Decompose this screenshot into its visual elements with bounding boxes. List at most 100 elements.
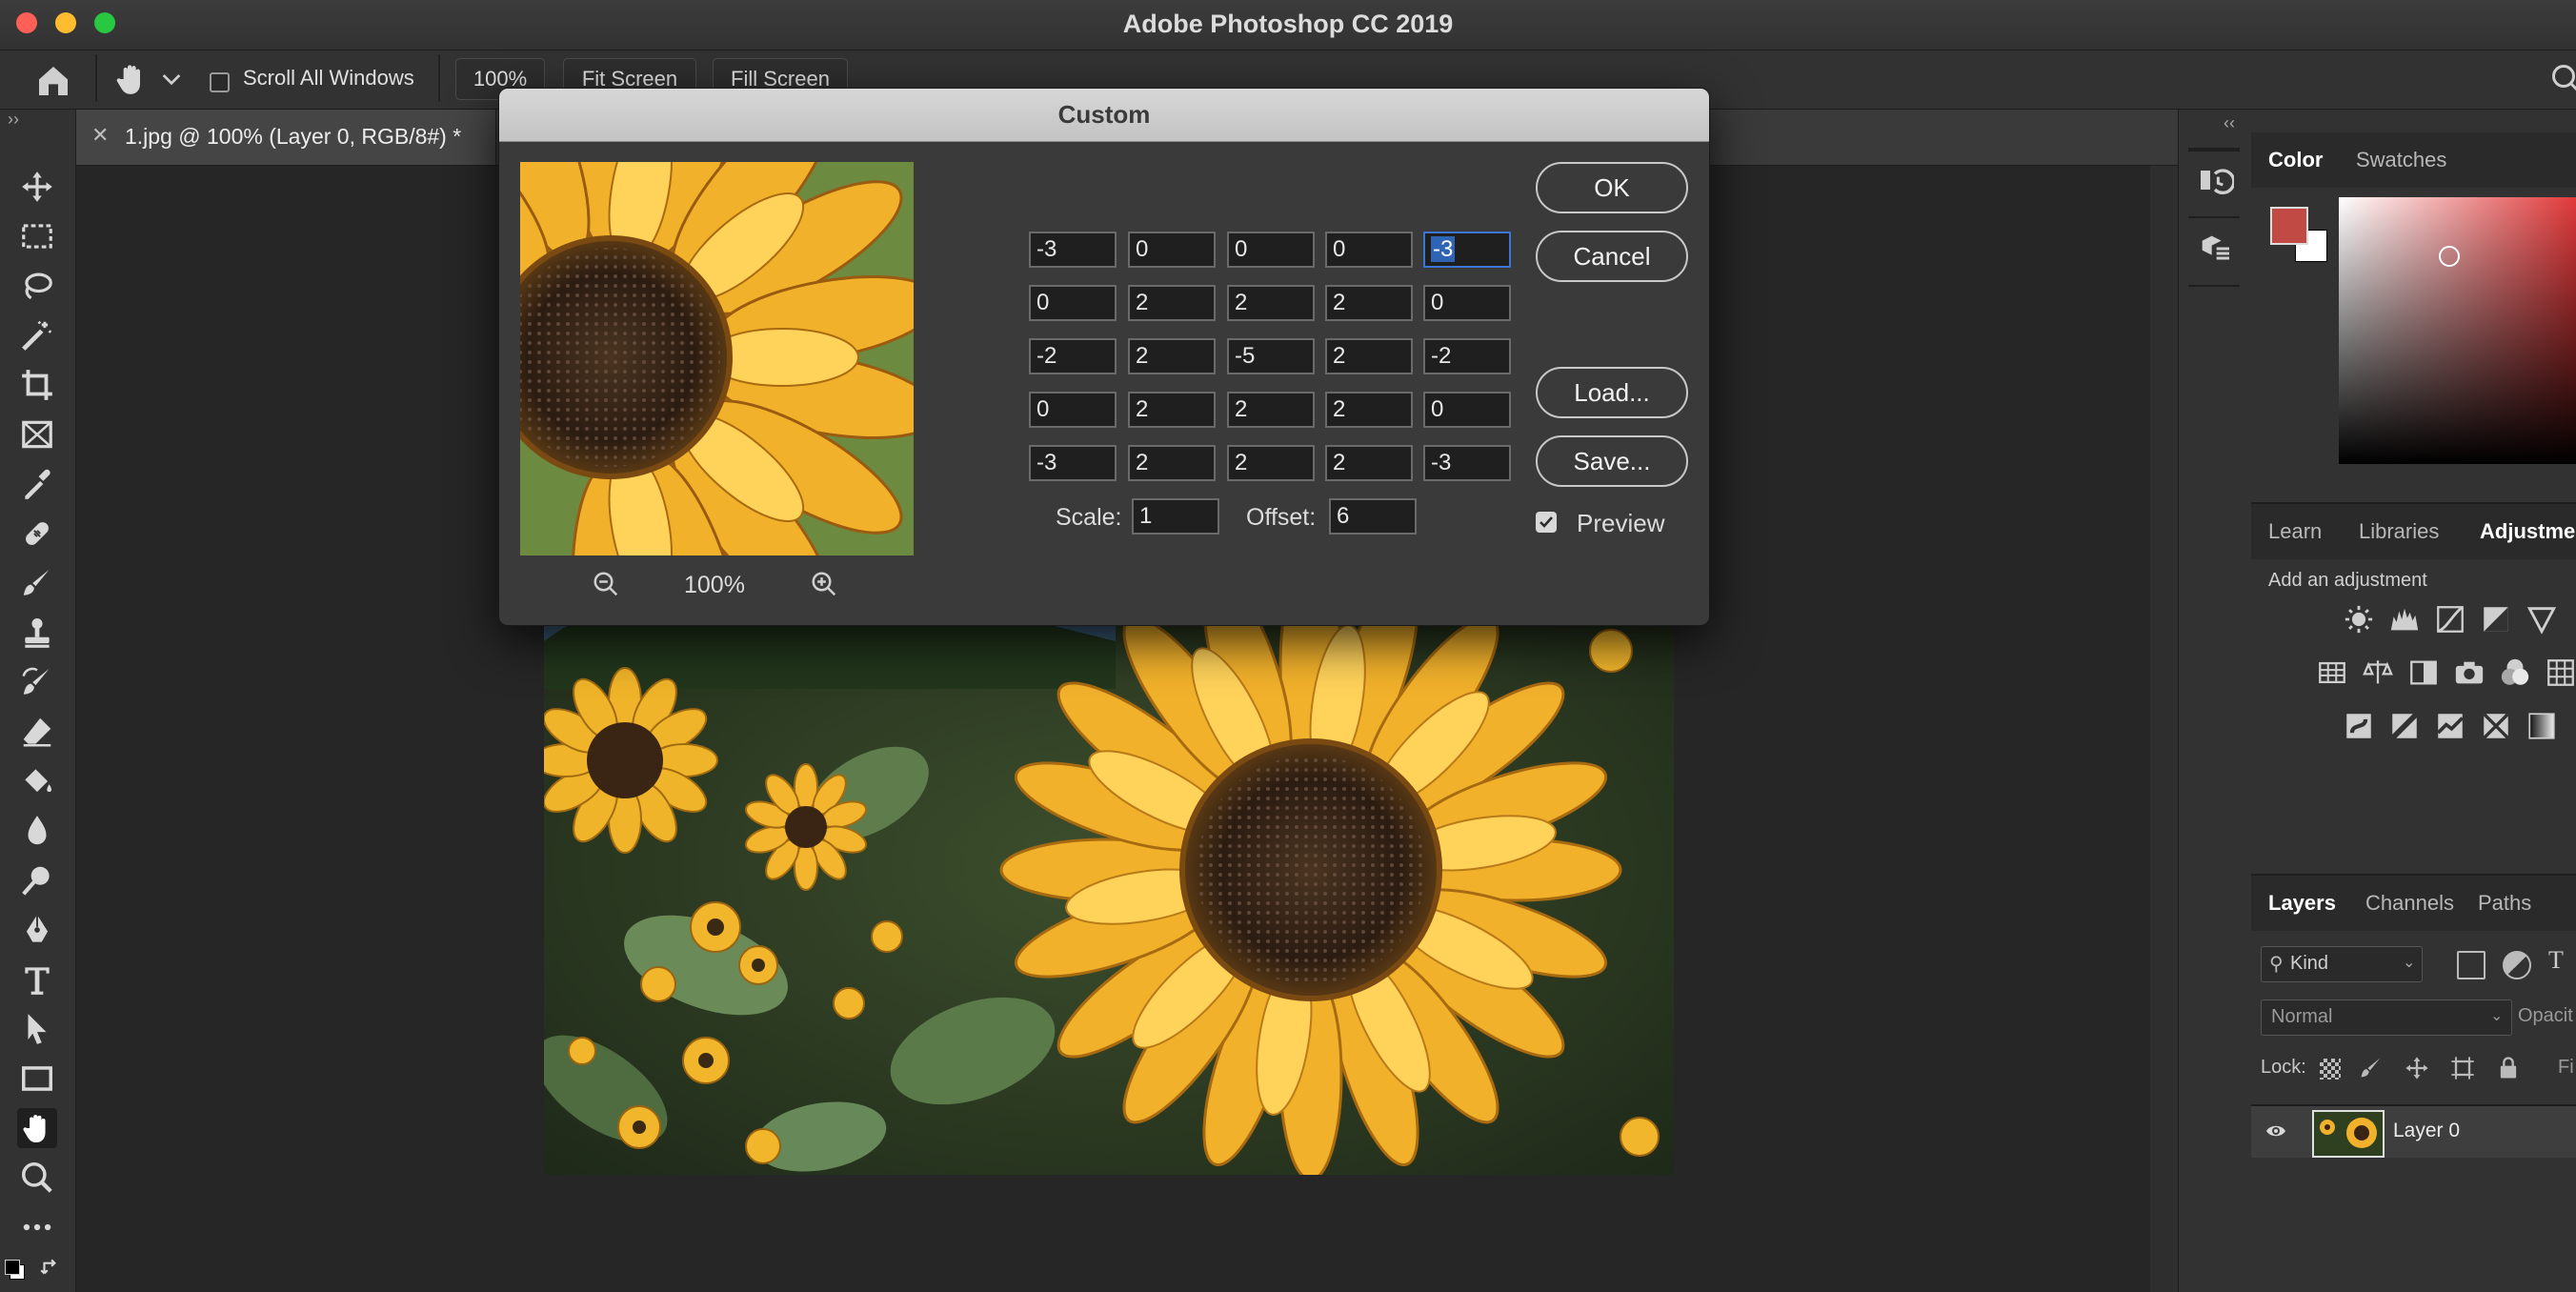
matrix-cell[interactable]: -3 <box>1029 445 1117 481</box>
vibrance-icon[interactable] <box>2526 603 2558 636</box>
lock-position-icon[interactable] <box>2404 1055 2430 1081</box>
color-lookup-icon[interactable] <box>2545 656 2576 689</box>
hand-tool-icon[interactable] <box>17 1108 57 1148</box>
document-image[interactable] <box>544 555 1674 1175</box>
dialog-titlebar[interactable]: Custom <box>499 89 1709 142</box>
matrix-cell[interactable]: -2 <box>1423 338 1511 374</box>
layer-kind-filter[interactable]: ⚲ Kind ⌄ <box>2261 946 2423 982</box>
levels-icon[interactable] <box>2388 603 2421 636</box>
collapse-panels-icon[interactable]: ‹‹ <box>2224 113 2235 133</box>
dodge-tool-icon[interactable] <box>17 860 57 900</box>
tab-layers[interactable]: Layers <box>2268 891 2336 916</box>
zoom-in-icon[interactable] <box>810 570 838 598</box>
more-tools-icon[interactable] <box>17 1207 57 1247</box>
blur-tool-icon[interactable] <box>17 811 57 851</box>
ok-button[interactable]: OK <box>1536 162 1688 213</box>
cancel-button[interactable]: Cancel <box>1536 231 1688 282</box>
scale-input[interactable]: 1 <box>1132 498 1219 535</box>
color-picker-handle[interactable] <box>2439 246 2460 267</box>
invert-icon[interactable] <box>2343 710 2375 742</box>
matrix-cell[interactable]: 0 <box>1325 232 1413 268</box>
magic-wand-tool-icon[interactable] <box>17 315 57 355</box>
properties-panel-icon[interactable] <box>2196 230 2234 268</box>
pen-tool-icon[interactable] <box>17 910 57 950</box>
lock-all-icon[interactable] <box>2495 1055 2522 1081</box>
tab-adjustments[interactable]: Adjustme <box>2480 519 2575 544</box>
crop-tool-icon[interactable] <box>17 365 57 405</box>
matrix-cell[interactable]: 0 <box>1423 392 1511 428</box>
foreground-color-swatch[interactable] <box>2270 207 2308 245</box>
matrix-cell[interactable]: -3 <box>1423 445 1511 481</box>
layer-row[interactable]: Layer 0 <box>2251 1106 2576 1158</box>
eyedropper-tool-icon[interactable] <box>17 464 57 504</box>
hue-saturation-icon[interactable] <box>2316 656 2348 689</box>
eraser-tool-icon[interactable] <box>17 712 57 752</box>
matrix-cell[interactable]: 2 <box>1325 338 1413 374</box>
zoom-tool-icon[interactable] <box>17 1158 57 1198</box>
history-panel-icon[interactable] <box>2196 161 2236 199</box>
matrix-cell[interactable]: 2 <box>1128 392 1216 428</box>
collapse-toolbar-icon[interactable]: ›› <box>8 110 19 130</box>
vertical-scrollbar[interactable] <box>2150 166 2178 1292</box>
exposure-icon[interactable] <box>2480 603 2512 636</box>
matrix-cell[interactable]: 0 <box>1227 232 1315 268</box>
home-icon[interactable] <box>34 62 72 100</box>
matrix-cell[interactable]: -3 <box>1029 232 1117 268</box>
matrix-cell[interactable]: 2 <box>1325 285 1413 321</box>
matrix-cell[interactable]: 0 <box>1128 232 1216 268</box>
matrix-cell[interactable]: -5 <box>1227 338 1315 374</box>
matrix-cell[interactable]: 2 <box>1227 445 1315 481</box>
marquee-tool-icon[interactable] <box>17 216 57 256</box>
black-white-icon[interactable] <box>2407 656 2440 689</box>
tab-learn[interactable]: Learn <box>2268 519 2322 544</box>
preview-checkbox[interactable] <box>1536 512 1557 533</box>
gradient-map-icon[interactable] <box>2526 710 2558 742</box>
hand-tool-icon[interactable] <box>112 60 152 100</box>
filter-preview[interactable] <box>520 162 914 555</box>
curves-icon[interactable] <box>2434 603 2466 636</box>
eye-icon[interactable] <box>2263 1120 2289 1142</box>
clone-stamp-tool-icon[interactable] <box>17 613 57 653</box>
blend-mode-select[interactable]: Normal ⌄ <box>2261 999 2512 1036</box>
selective-color-icon[interactable] <box>2480 710 2512 742</box>
matrix-cell[interactable]: 2 <box>1325 445 1413 481</box>
color-balance-icon[interactable] <box>2362 656 2394 689</box>
tab-channels[interactable]: Channels <box>2365 891 2454 916</box>
matrix-cell[interactable]: 2 <box>1227 392 1315 428</box>
matrix-cell[interactable]: 2 <box>1128 285 1216 321</box>
load-button[interactable]: Load... <box>1536 367 1688 418</box>
brush-tool-icon[interactable] <box>17 563 57 603</box>
matrix-cell-selected[interactable]: -3 <box>1423 232 1511 268</box>
zoom-out-icon[interactable] <box>592 570 620 598</box>
tab-paths[interactable]: Paths <box>2478 891 2531 916</box>
color-field[interactable] <box>2339 197 2576 464</box>
filter-pixel-layer-icon[interactable] <box>2457 951 2485 979</box>
matrix-cell[interactable]: 2 <box>1325 392 1413 428</box>
matrix-cell[interactable]: 0 <box>1029 392 1117 428</box>
search-icon[interactable] <box>2549 62 2576 96</box>
scroll-all-windows-checkbox[interactable] <box>210 72 230 92</box>
posterize-icon[interactable] <box>2388 710 2421 742</box>
chevron-down-icon[interactable] <box>162 73 181 89</box>
paint-bucket-tool-icon[interactable] <box>17 761 57 801</box>
matrix-cell[interactable]: 2 <box>1128 445 1216 481</box>
lock-artboard-icon[interactable] <box>2449 1055 2476 1081</box>
swap-colors-icon[interactable] <box>38 1255 63 1280</box>
matrix-cell[interactable]: 2 <box>1128 338 1216 374</box>
path-selection-tool-icon[interactable] <box>17 1009 57 1049</box>
tab-color[interactable]: Color <box>2268 148 2323 172</box>
matrix-cell[interactable]: 2 <box>1227 285 1315 321</box>
move-tool-icon[interactable] <box>17 167 57 207</box>
photo-filter-icon[interactable] <box>2453 656 2485 689</box>
matrix-cell[interactable]: -2 <box>1029 338 1117 374</box>
brightness-contrast-icon[interactable] <box>2343 603 2375 636</box>
document-tab[interactable]: ✕ 1.jpg @ 100% (Layer 0, RGB/8#) * <box>76 110 496 165</box>
lock-transparent-icon[interactable] <box>2320 1059 2341 1080</box>
offset-input[interactable]: 6 <box>1329 498 1417 535</box>
matrix-cell[interactable]: 0 <box>1423 285 1511 321</box>
healing-brush-tool-icon[interactable] <box>17 514 57 554</box>
channel-mixer-icon[interactable] <box>2499 656 2531 689</box>
save-button[interactable]: Save... <box>1536 435 1688 487</box>
type-tool-icon[interactable] <box>17 959 57 999</box>
lasso-tool-icon[interactable] <box>17 266 57 306</box>
